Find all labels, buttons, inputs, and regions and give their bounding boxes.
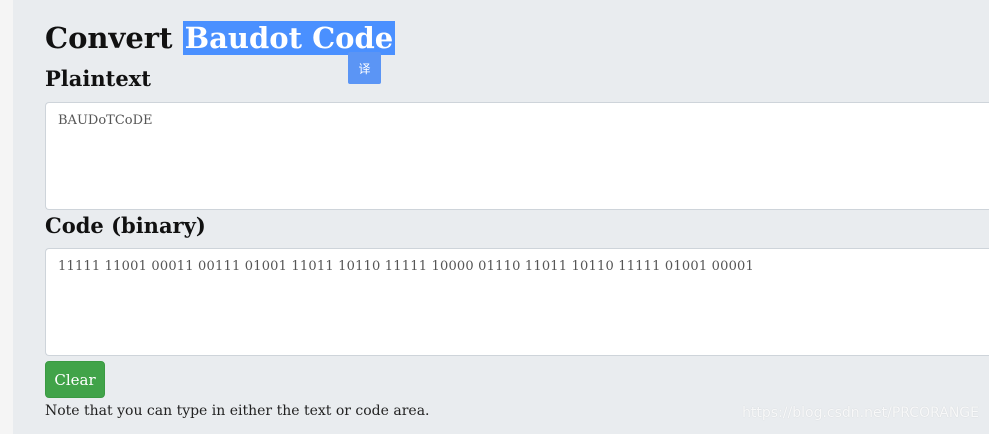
left-edge-strip	[0, 0, 13, 434]
page-title-highlight: Baudot Code	[182, 21, 396, 55]
plaintext-textarea[interactable]: BAUDoTCoDE	[45, 102, 989, 210]
plaintext-label: Plaintext	[45, 66, 151, 91]
code-label: Code (binary)	[45, 213, 206, 238]
page-title: Convert Baudot Code	[45, 15, 396, 61]
clear-button[interactable]: Clear	[45, 361, 105, 398]
translate-button[interactable]: 译	[348, 52, 381, 84]
note-text: Note that you can type in either the tex…	[45, 403, 430, 419]
watermark: https://blog.csdn.net/PRCORANGE	[742, 405, 979, 421]
page-title-prefix: Convert	[45, 21, 173, 55]
code-textarea[interactable]: 11111 11001 00011 00111 01001 11011 1011…	[45, 248, 989, 356]
